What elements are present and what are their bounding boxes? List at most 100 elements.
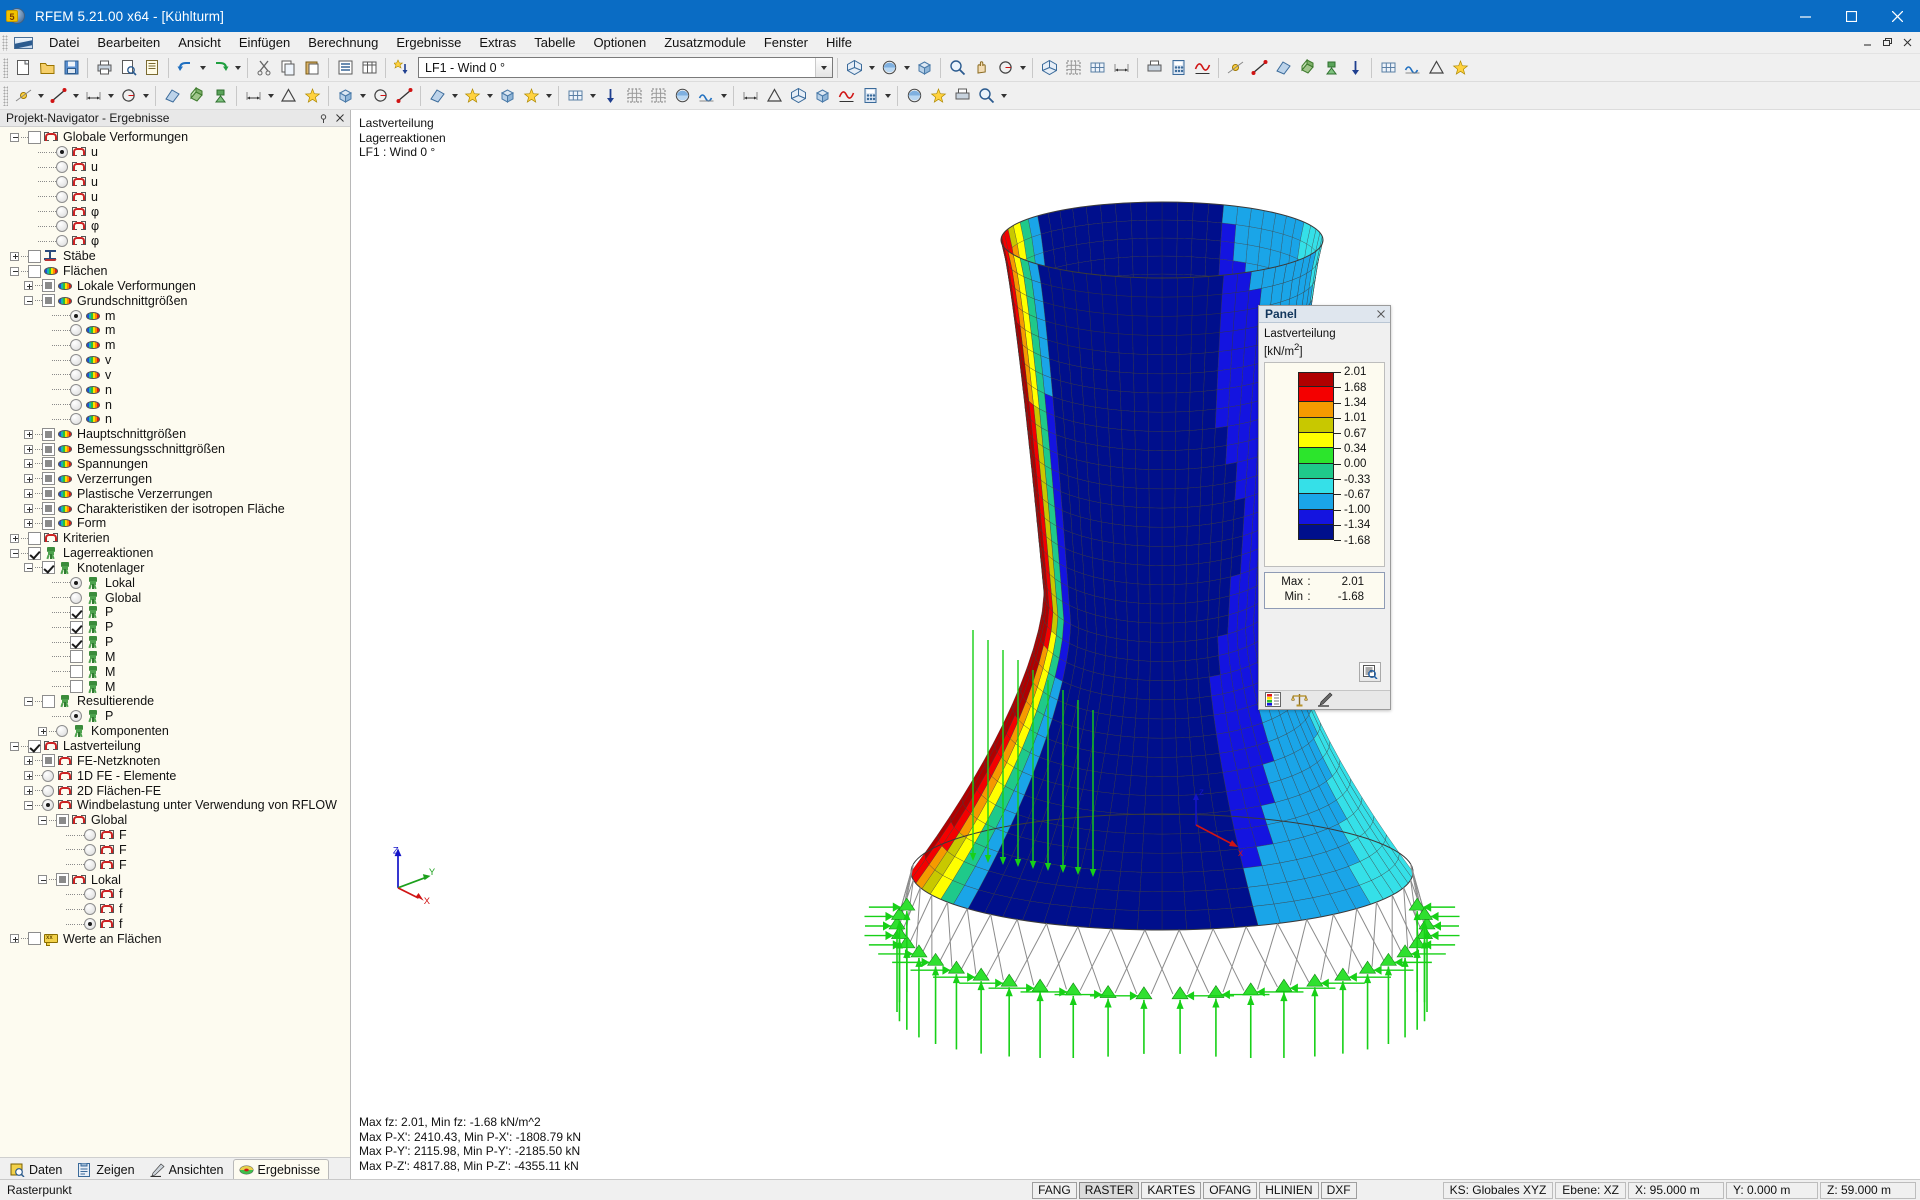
save-file-button[interactable] <box>60 57 82 79</box>
tree-item-my-[interactable]: M <box>0 664 350 679</box>
tree-expander-minus-icon[interactable] <box>36 873 49 887</box>
tree-item-fz[interactable]: F <box>0 857 350 872</box>
tree-radio[interactable] <box>56 175 68 188</box>
tree-expander-minus-icon[interactable] <box>36 813 49 827</box>
tree-item-global[interactable]: Global <box>0 590 350 605</box>
redo-button[interactable] <box>209 57 231 79</box>
new-imperfection-button[interactable] <box>496 85 518 107</box>
maximize-button[interactable] <box>1828 0 1874 32</box>
menu-grip-handle[interactable] <box>2 34 8 51</box>
tree-radio[interactable] <box>56 220 68 233</box>
tree-expander-plus-icon[interactable] <box>36 724 49 738</box>
printout-report-button[interactable] <box>141 57 163 79</box>
navigator-tab-ansichten[interactable]: Ansichten <box>144 1159 233 1179</box>
toolbar-grip-2[interactable] <box>3 85 8 106</box>
print-preview-button[interactable] <box>117 57 139 79</box>
tree-item-pz-[interactable]: P <box>0 635 350 650</box>
tree-radio[interactable] <box>56 161 68 174</box>
view-mode-table-button[interactable] <box>358 57 380 79</box>
tree-radio[interactable] <box>70 413 82 426</box>
render-mode-button[interactable] <box>878 57 900 79</box>
tree-radio[interactable] <box>70 354 82 367</box>
tree-expander-plus-icon[interactable] <box>8 249 21 263</box>
mesh-tool-button[interactable] <box>1377 57 1399 79</box>
redo-dropdown[interactable] <box>232 57 243 79</box>
display-factors-tab-icon[interactable] <box>1317 692 1333 707</box>
navigator-tab-daten[interactable]: Daten <box>4 1159 71 1179</box>
pan-view-button[interactable] <box>970 57 992 79</box>
tree-checkbox[interactable] <box>56 813 69 827</box>
tree-checkbox[interactable] <box>42 279 55 293</box>
load-case-new-button[interactable] <box>391 57 413 79</box>
load-case-dropdown-arrow[interactable] <box>815 58 832 77</box>
visibility-button[interactable] <box>811 85 833 107</box>
tree-checkbox[interactable] <box>70 665 83 679</box>
menu-item-ergebnisse[interactable]: Ergebnisse <box>387 33 470 52</box>
tree-item-lastverteilung[interactable]: Lastverteilung <box>0 739 350 754</box>
print-graphic-button[interactable] <box>1143 57 1165 79</box>
tree-expander-minus-icon[interactable] <box>8 739 21 753</box>
tree-radio[interactable] <box>42 784 54 797</box>
tree-expander-minus-icon[interactable] <box>8 130 21 144</box>
tree-expander-plus-icon[interactable] <box>22 442 35 456</box>
line-tool-button[interactable] <box>1248 57 1270 79</box>
factors-scale-tab-icon[interactable] <box>1291 692 1308 707</box>
tree-radio[interactable] <box>84 888 96 901</box>
zoom-all-button[interactable] <box>946 57 968 79</box>
status-toggle-fang[interactable]: FANG <box>1032 1181 1077 1199</box>
load-case-value[interactable]: LF1 - Wind 0 ° <box>419 61 815 75</box>
tree-checkbox[interactable] <box>42 472 55 486</box>
tree-checkbox[interactable] <box>28 249 41 263</box>
status-toggle-raster[interactable]: RASTER <box>1078 1181 1140 1199</box>
legend-detail-icon[interactable] <box>1359 661 1381 682</box>
copy-button[interactable] <box>277 57 299 79</box>
tree-checkbox[interactable] <box>28 739 41 753</box>
model-viewport[interactable]: Lastverteilung Lagerreaktionen LF1 : Win… <box>351 110 1920 1179</box>
tree-radio[interactable] <box>70 383 82 396</box>
tree-item-uy[interactable]: u <box>0 175 350 190</box>
navigator-tab-ergebnisse[interactable]: Ergebnisse <box>232 1159 330 1179</box>
navigator-tab-zeigen[interactable]: Zeigen <box>71 1159 143 1179</box>
menu-item-datei[interactable]: Datei <box>40 33 88 52</box>
tree-item-kriterien[interactable]: Kriterien <box>0 531 350 546</box>
tree-radio[interactable] <box>56 146 68 159</box>
tree-expander-minus-icon[interactable] <box>22 561 35 575</box>
undo-button[interactable] <box>174 57 196 79</box>
tree-checkbox[interactable] <box>42 516 55 530</box>
mdi-restore-button[interactable] <box>1878 34 1896 50</box>
cooling-tower-model[interactable]: z x <box>351 110 1920 1179</box>
tree-checkbox[interactable] <box>28 546 41 560</box>
rotate-load-button[interactable] <box>671 85 693 107</box>
tree-checkbox[interactable] <box>70 620 83 634</box>
tree-item-lokal[interactable]: Lokal <box>0 575 350 590</box>
status-plane[interactable]: Ebene: XZ <box>1555 1181 1626 1199</box>
results-diagram-button[interactable] <box>1191 57 1213 79</box>
menu-item-fenster[interactable]: Fenster <box>755 33 817 52</box>
mesh-refinement-button[interactable] <box>564 85 586 107</box>
results-panel[interactable]: Panel Lastverteilung [kN/m2] 2.01 1.68 1.3… <box>1258 305 1391 710</box>
tree-item-1d-fe-elemente[interactable]: 1D FE - Elemente <box>0 768 350 783</box>
tree-item-ny[interactable]: n <box>0 397 350 412</box>
tree-item-mx[interactable]: m <box>0 308 350 323</box>
tree-item-2d-fl-chen-fe[interactable]: 2D Flächen-FE <box>0 783 350 798</box>
scale-load-button-dropdown[interactable] <box>718 85 729 107</box>
view-mode-list-button[interactable] <box>334 57 356 79</box>
tree-item-komponenten[interactable]: Komponenten <box>0 724 350 739</box>
tree-radio[interactable] <box>84 918 96 931</box>
menu-item-optionen[interactable]: Optionen <box>584 33 655 52</box>
tree-radio[interactable] <box>56 205 68 218</box>
show-hide-objects-button-dropdown[interactable] <box>866 57 877 79</box>
color-scale-button[interactable] <box>927 85 949 107</box>
tree-radio[interactable] <box>42 769 54 782</box>
tree-item-global[interactable]: Global <box>0 813 350 828</box>
load-case-combobox[interactable]: LF1 - Wind 0 ° <box>418 57 833 78</box>
new-solid-button[interactable] <box>185 85 207 107</box>
navigator-close-icon[interactable] <box>333 111 347 125</box>
tree-item-p[interactable]: P <box>0 709 350 724</box>
solid-tool-button[interactable] <box>1296 57 1318 79</box>
menu-item-extras[interactable]: Extras <box>470 33 525 52</box>
scale-load-button[interactable] <box>695 85 717 107</box>
close-button[interactable] <box>1874 0 1920 32</box>
tree-checkbox[interactable] <box>42 754 55 768</box>
tree-radio[interactable] <box>70 398 82 411</box>
